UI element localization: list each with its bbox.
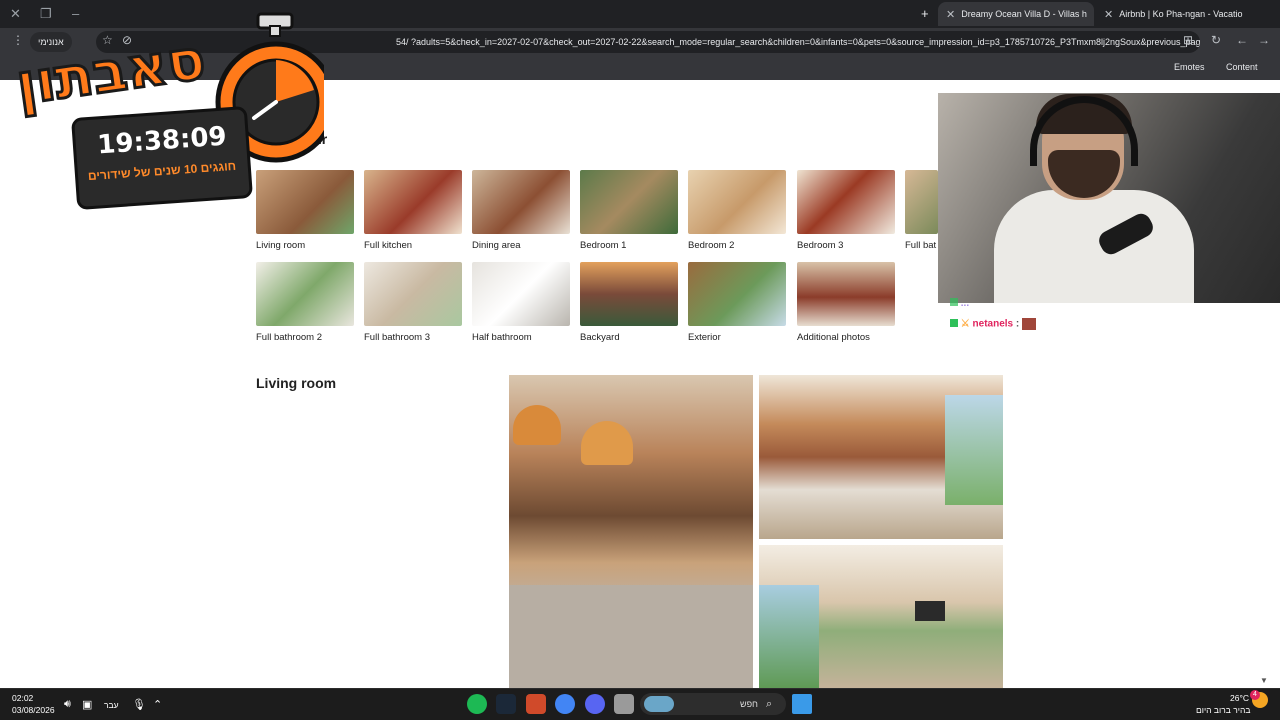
living-room-photo-1[interactable] <box>509 375 753 688</box>
thumb-exterior[interactable] <box>688 262 786 326</box>
tab-dreamy-ocean-villa[interactable]: ✕ Dreamy Ocean Villa D - Villas h <box>938 2 1094 26</box>
chat-emote-icon <box>1022 318 1037 330</box>
chevron-up-icon[interactable]: ⌃ <box>153 698 162 711</box>
back-icon[interactable]: → <box>1258 33 1270 47</box>
thumb-label: Dining area <box>472 240 521 251</box>
window-view <box>945 395 1003 505</box>
thumb-label: Bedroom 1 <box>580 240 627 251</box>
thumb-label: Bedroom 3 <box>797 240 844 251</box>
discord-icon[interactable] <box>585 694 605 714</box>
taskbar-time[interactable]: 02:02 <box>12 693 33 703</box>
spotify-icon[interactable] <box>467 694 487 714</box>
thumb-label: Exterior <box>688 332 721 343</box>
thumb-full-bathroom[interactable] <box>905 170 938 234</box>
tab-title: Dreamy Ocean Villa D - Villas h <box>961 9 1087 19</box>
thumb-full-bathroom-2[interactable] <box>256 262 354 326</box>
thumb-label: Living room <box>256 240 306 251</box>
thumb-full-kitchen[interactable] <box>364 170 462 234</box>
close-tab-icon[interactable]: ✕ <box>946 8 955 21</box>
chat-username: netanels <box>972 318 1014 330</box>
app-icon[interactable] <box>526 694 546 714</box>
sofa <box>509 585 753 688</box>
notification-badge: 4 <box>1250 690 1260 700</box>
url-text: 54/ ?adults=5&check_in=2027-02-07&check_… <box>396 37 1200 47</box>
tab-title: Airbnb | Ko Pha-ngan - Vacatio <box>1119 9 1243 19</box>
forward-icon[interactable]: ← <box>1236 33 1248 47</box>
search-highlight-icon <box>644 696 674 712</box>
display-icon[interactable]: ▣ <box>82 698 92 711</box>
thumb-dining-area[interactable] <box>472 170 570 234</box>
thumb-bedroom-2[interactable] <box>688 170 786 234</box>
thumb-backyard[interactable] <box>580 262 678 326</box>
weather-temp[interactable]: 26°C <box>1230 693 1249 703</box>
search-icon: ⌕ <box>766 698 773 710</box>
thumb-label: Bedroom 2 <box>688 240 735 251</box>
thumb-bedroom-1[interactable] <box>580 170 678 234</box>
volume-icon[interactable]: 🔊︎ <box>64 698 71 711</box>
window-view <box>759 585 819 688</box>
section-title-living-room: Living room <box>256 375 337 391</box>
living-room-photo-3[interactable] <box>759 545 1003 688</box>
tv <box>915 601 945 621</box>
thumb-label: Full bathroom 2 <box>256 332 323 343</box>
language-indicator[interactable]: עבר <box>104 700 119 710</box>
thumb-label: Full kitchen <box>364 240 413 251</box>
chat-username: ... <box>960 298 970 309</box>
thumb-label: Half bathroom <box>472 332 532 343</box>
scroll-down-icon[interactable]: ▼ <box>1260 676 1268 685</box>
living-room-photo-2[interactable] <box>759 375 1003 539</box>
thumb-label: Full bat <box>905 240 937 251</box>
install-icon[interactable]: ⊞ <box>1183 33 1193 47</box>
thumb-label: Additional photos <box>797 332 870 343</box>
chat-line-2: ⚔ netanels : <box>950 318 1037 330</box>
chat-line-1: ... <box>950 298 969 309</box>
taskbar-search[interactable]: חפש ⌕ <box>640 693 786 715</box>
chat-badge-icon <box>950 298 958 306</box>
thumb-full-bathroom-3[interactable] <box>364 262 462 326</box>
chat-separator: : <box>1015 318 1020 330</box>
thumb-label: Full bathroom 3 <box>364 332 431 343</box>
tab-airbnb-ko-phangan[interactable]: ✕ Airbnb | Ko Pha-ngan - Vacatio <box>1096 2 1256 26</box>
webcam-person-shirt <box>994 190 1194 303</box>
close-tab-icon[interactable]: ✕ <box>1104 8 1113 21</box>
reload-icon[interactable]: ↻ <box>1211 33 1221 47</box>
bookmark-emotes[interactable]: Emotes <box>1174 62 1205 72</box>
chrome-icon[interactable] <box>555 694 575 714</box>
pendant-lamp-icon <box>513 405 561 445</box>
thumb-bedroom-3[interactable] <box>797 170 895 234</box>
thumb-half-bathroom[interactable] <box>472 262 570 326</box>
taskbar-date[interactable]: 03/08/2026 <box>12 705 55 715</box>
weather-desc[interactable]: בהיר ברוב היום <box>1196 705 1250 715</box>
windows-start-icon[interactable] <box>792 694 812 714</box>
thumb-label: Backyard <box>580 332 620 343</box>
steam-icon[interactable] <box>496 694 516 714</box>
microphone-tray-icon[interactable]: 🎙︎ <box>132 698 146 711</box>
bookmark-content[interactable]: Content <box>1226 62 1258 72</box>
pendant-lamp-icon <box>581 421 633 465</box>
new-tab-button[interactable]: + <box>921 6 929 21</box>
sword-badge-icon: ⚔ <box>960 318 970 330</box>
file-explorer-icon[interactable] <box>614 694 634 714</box>
chat-badge-icon <box>950 318 958 327</box>
thumb-additional-photos[interactable] <box>797 262 895 326</box>
search-label: חפש <box>740 699 758 709</box>
